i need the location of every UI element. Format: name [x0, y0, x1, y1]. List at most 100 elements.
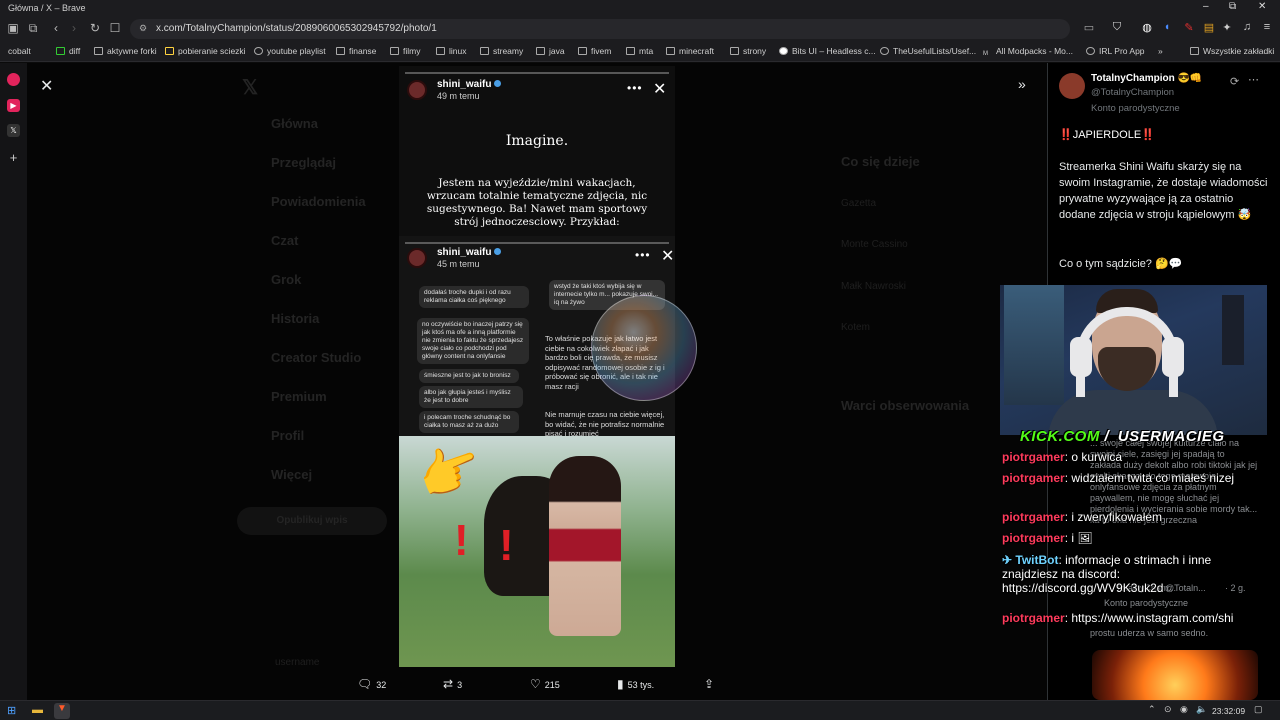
bookmark-folder[interactable]: Wszystkie zakładki [1190, 46, 1274, 56]
bookmark-item[interactable]: M All Modpacks - Mo... [983, 46, 1073, 59]
nav-item: Premium [271, 389, 327, 404]
sidebar-app-icon[interactable] [7, 73, 20, 86]
bookmark-item[interactable]: diff [56, 46, 80, 56]
extensions-icon[interactable]: ✦ [1220, 21, 1234, 34]
views-button[interactable]: ▮ 53 tys. [617, 677, 654, 691]
restore-button[interactable]: ⧉ [1229, 1, 1236, 12]
bookmark-folder[interactable]: java [536, 46, 565, 56]
bookmark-folder[interactable]: linux [436, 46, 466, 56]
expand-panel-icon[interactable]: » [1018, 76, 1026, 92]
extension-icon[interactable]: ◍ [1140, 21, 1154, 34]
window-title: Główna / X – Brave [8, 3, 86, 13]
x-app-icon[interactable]: 𝕏 [7, 124, 20, 137]
bookmark-item[interactable]: pobieranie sciezki [165, 46, 246, 56]
red-extension-icon[interactable]: ✎ [1182, 21, 1196, 34]
close-icon: ✕ [653, 81, 667, 98]
tray-app-icon[interactable]: ◉ [1180, 704, 1188, 715]
volume-icon[interactable]: 🔈 [1196, 704, 1207, 715]
story-progress-bar [405, 72, 669, 74]
minimize-button[interactable]: – [1203, 1, 1209, 12]
bookmark-item[interactable]: youtube playlist [254, 46, 326, 56]
back-icon[interactable]: ‹ [48, 21, 64, 35]
sidebar-toggle-icon[interactable]: ▣ [5, 21, 21, 35]
story-paragraph: Jestem na wyjeździe/mini wakacjach, wrzu… [426, 177, 648, 228]
network-icon[interactable]: ⊙ [1164, 704, 1172, 715]
site-info-icon[interactable]: ⚙ [139, 23, 147, 34]
bookmark-folder[interactable]: finanse [336, 46, 376, 56]
close-window-button[interactable]: ✕ [1258, 1, 1266, 12]
account-username: username [275, 657, 320, 668]
post-button: Opublikuj wpis [237, 507, 387, 535]
reload-icon[interactable]: ↻ [87, 21, 103, 35]
story-time: 45 m temu [437, 259, 480, 269]
reply-icon: 🗨 [357, 677, 373, 691]
bookmark-item[interactable]: TheUsefulLists/Usef... [880, 46, 976, 56]
nav-item: Główna [271, 116, 318, 131]
nav-item: Przeglądaj [271, 155, 337, 170]
tray-overflow-icon[interactable]: ⌃ [1148, 704, 1156, 715]
youtube-icon[interactable]: ▶ [7, 99, 20, 112]
taskbar-clock[interactable]: 23:32:09 [1212, 706, 1245, 716]
cast-icon[interactable]: ▭ [1082, 21, 1096, 34]
bookmark-folder[interactable]: streamy [480, 46, 523, 56]
verified-icon [494, 248, 502, 255]
bookmark-icon[interactable]: ☐ [107, 21, 123, 35]
bookmark-item[interactable]: Bits UI – Headless c... [779, 46, 876, 56]
story-time: 49 m temu [437, 91, 480, 101]
background-lamp [1222, 295, 1244, 365]
start-icon[interactable]: ⊞ [7, 704, 16, 717]
grok-icon[interactable]: ⟳ [1230, 75, 1239, 88]
bookmark-item[interactable]: aktywne forki [94, 46, 157, 56]
story-progress-bar [405, 242, 669, 244]
file-explorer-icon[interactable]: ▬ [32, 704, 43, 716]
pointing-hand-icon: 👉 [409, 433, 490, 511]
close-photo-icon[interactable]: ✕ [40, 76, 53, 96]
verified-icon [494, 80, 502, 87]
bookmark-folder[interactable]: mta [626, 46, 653, 56]
bookmark-folder[interactable]: strony [730, 46, 766, 56]
background-window [1004, 285, 1064, 405]
trend-item: Gazetta [841, 198, 877, 209]
bookmark-folder[interactable]: filmy [390, 46, 420, 56]
share-button[interactable]: ⇪ [704, 677, 718, 691]
parody-label: Konto parodystyczne [1091, 103, 1180, 114]
bookmark-folder[interactable]: fivem [578, 46, 611, 56]
reply-text: prostu uderza w samo sedno. [1090, 628, 1209, 638]
trend-item: Monte Cassino [841, 239, 908, 250]
soap-bubble-overlay [591, 295, 697, 401]
wallet-extension-icon[interactable]: ▤ [1202, 21, 1216, 34]
story-username: shini_waifu [437, 247, 502, 258]
menu-icon[interactable]: ≡ [1260, 21, 1274, 33]
author-handle[interactable]: @TotalnyChampion [1091, 87, 1174, 98]
bookmark-item[interactable]: IRL Pro App [1086, 46, 1145, 56]
author-name[interactable]: TotalnyChampion 😎👊 [1091, 73, 1202, 84]
reply-label: Konto parodystyczne [1104, 598, 1189, 608]
more-options-icon[interactable]: ⋯ [1248, 73, 1259, 86]
reply-button[interactable]: 🗨 32 [357, 677, 386, 691]
repost-button[interactable]: ⇄ 3 [443, 677, 462, 691]
media-icon[interactable]: ♫ [1240, 21, 1254, 33]
author-avatar[interactable] [1059, 73, 1085, 99]
share-icon: ⇪ [704, 677, 715, 691]
avatar [407, 248, 427, 268]
forward-icon[interactable]: › [66, 21, 82, 35]
notification-icon[interactable]: ▢ [1254, 704, 1263, 715]
nav-item: Czat [271, 233, 299, 248]
views-icon: ▮ [617, 677, 624, 691]
nav-item: Grok [271, 272, 302, 287]
tab-overview-icon[interactable]: ⧉ [25, 21, 41, 36]
beach-photo: 👉 ! ! [399, 434, 675, 667]
bookmark-folder[interactable]: minecraft [666, 46, 714, 56]
x-logo-icon: 𝕏 [242, 77, 259, 99]
audio-extension-icon[interactable]: ◖ [1160, 21, 1174, 33]
address-bar[interactable]: ⚙ x.com/TotalnyChampion/status/208906006… [130, 19, 1070, 39]
like-button[interactable]: ♡ 215 [530, 677, 560, 691]
dm-message: dodałaś troche dupki i od razu reklama c… [419, 286, 529, 308]
add-panel-icon[interactable]: + [7, 151, 20, 164]
person-figure [549, 456, 621, 636]
brave-taskbar-icon[interactable]: ▼ [54, 703, 70, 719]
bookmarks-overflow-button[interactable]: » [1158, 46, 1163, 56]
story-username: shini_waifu [437, 79, 502, 90]
brave-shields-icon[interactable]: ⛉ [1110, 21, 1124, 34]
bookmark-item[interactable]: cobalt [8, 46, 31, 56]
